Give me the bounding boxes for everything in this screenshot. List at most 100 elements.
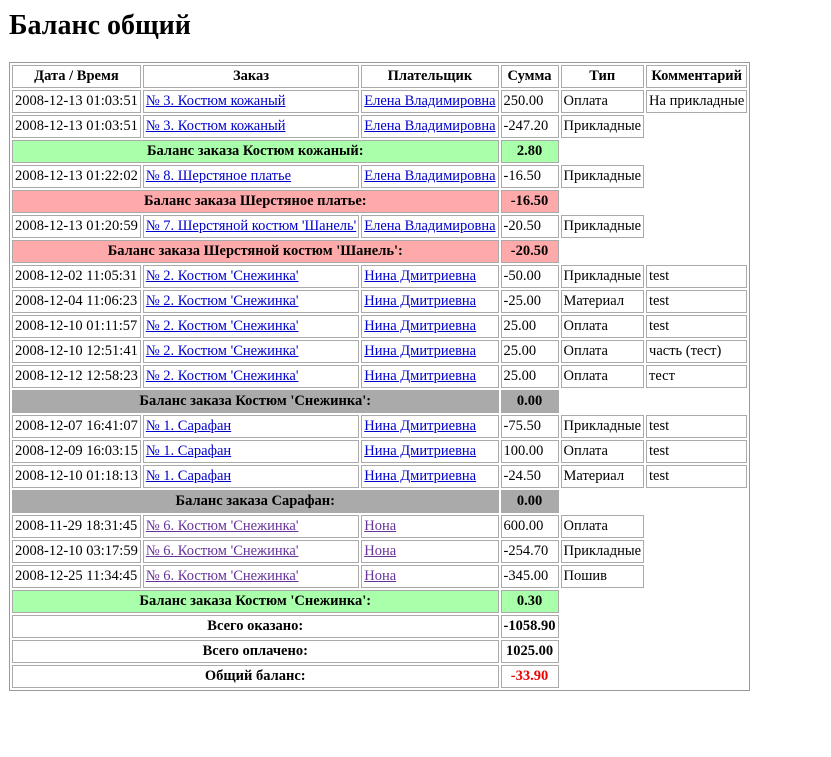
- payer-link[interactable]: Нона: [364, 568, 396, 584]
- order-link[interactable]: № 6. Костюм 'Снежинка': [146, 568, 299, 584]
- table-row: 2008-12-10 01:18:13 № 1. Сарафан Нина Дмит…: [12, 465, 748, 488]
- sum-cell: 25.00: [500, 365, 559, 388]
- order-cell: № 1. Сарафан: [142, 415, 360, 438]
- empty-cell: [646, 165, 747, 188]
- empty-cell: [561, 640, 748, 663]
- type-cell: Оплата: [560, 440, 645, 463]
- order-cell: № 6. Костюм 'Снежинка': [142, 565, 360, 588]
- payer-link[interactable]: Елена Владимировна: [364, 118, 495, 134]
- order-cell: № 8. Шерстяное платье: [142, 165, 360, 188]
- total-row: Всего оказано: -1058.90: [12, 615, 747, 638]
- empty-cell: [561, 490, 748, 513]
- order-link[interactable]: № 2. Костюм 'Снежинка': [146, 293, 299, 309]
- comment-cell: На прикладные: [646, 90, 748, 113]
- type-cell: Материал: [560, 465, 645, 488]
- comment-cell: test: [646, 290, 748, 313]
- table-row: 2008-12-13 01:22:02 № 8. Шерстяное платье…: [12, 165, 747, 188]
- payer-link[interactable]: Нона: [364, 543, 396, 559]
- type-cell: Прикладные: [560, 215, 645, 238]
- order-link[interactable]: № 1. Сарафан: [146, 468, 231, 484]
- table-row: 2008-12-02 11:05:31 № 2. Костюм 'Снежинка…: [12, 265, 748, 288]
- date-cell: 2008-12-13 01:03:51: [12, 90, 141, 113]
- order-link[interactable]: № 1. Сарафан: [146, 418, 231, 434]
- payer-link[interactable]: Нина Дмитриевна: [364, 368, 476, 384]
- order-link[interactable]: № 2. Костюм 'Снежинка': [146, 343, 299, 359]
- empty-cell: [646, 115, 747, 138]
- date-cell: 2008-12-10 12:51:41: [12, 340, 141, 363]
- payer-link[interactable]: Елена Владимировна: [364, 168, 495, 184]
- order-link[interactable]: № 6. Костюм 'Снежинка': [146, 518, 299, 534]
- empty-cell: [646, 215, 747, 238]
- order-cell: № 2. Костюм 'Снежинка': [142, 365, 360, 388]
- order-link[interactable]: № 6. Костюм 'Снежинка': [146, 543, 299, 559]
- balance-sum: -16.50: [500, 190, 559, 213]
- order-link[interactable]: № 3. Костюм кожаный: [146, 93, 286, 109]
- order-link[interactable]: № 2. Костюм 'Снежинка': [146, 318, 299, 334]
- payer-link[interactable]: Нина Дмитриевна: [364, 318, 476, 334]
- payer-link[interactable]: Нина Дмитриевна: [364, 418, 476, 434]
- empty-cell: [561, 240, 748, 263]
- order-link[interactable]: № 2. Костюм 'Снежинка': [146, 368, 299, 384]
- table-row: 2008-12-13 01:03:51 № 3. Костюм кожаный Ел…: [12, 115, 747, 138]
- total-row: Всего оплачено: 1025.00: [12, 640, 747, 663]
- order-cell: № 2. Костюм 'Снежинка': [142, 315, 360, 338]
- type-cell: Материал: [560, 290, 645, 313]
- type-cell: Оплата: [560, 365, 645, 388]
- table-row: 2008-12-12 12:58:23 № 2. Костюм 'Снежинка…: [12, 365, 748, 388]
- type-cell: Оплата: [560, 515, 645, 538]
- table-row: 2008-12-10 03:17:59 № 6. Костюм 'Снежинка…: [12, 540, 747, 563]
- payer-cell: Нона: [361, 515, 499, 538]
- sum-cell: 25.00: [500, 340, 559, 363]
- sum-cell: -50.00: [500, 265, 559, 288]
- payer-cell: Нина Дмитриевна: [361, 465, 499, 488]
- payer-cell: Елена Владимировна: [361, 215, 499, 238]
- payer-link[interactable]: Елена Владимировна: [364, 93, 495, 109]
- table-row: 2008-12-13 01:03:51 № 3. Костюм кожаный Ел…: [12, 90, 748, 113]
- table-row: 2008-12-09 16:03:15 № 1. Сарафан Нина Дмит…: [12, 440, 748, 463]
- balance-sum: 1025.00: [500, 640, 559, 663]
- balance-sum: 2.80: [500, 140, 559, 163]
- balance-sum: -20.50: [500, 240, 559, 263]
- order-cell: № 6. Костюм 'Снежинка': [142, 515, 360, 538]
- payer-cell: Елена Владимировна: [361, 115, 499, 138]
- type-cell: Прикладные: [560, 540, 645, 563]
- payer-link[interactable]: Нина Дмитриевна: [364, 343, 476, 359]
- payer-cell: Нина Дмитриевна: [361, 440, 499, 463]
- date-cell: 2008-12-09 16:03:15: [12, 440, 141, 463]
- payer-cell: Нина Дмитриевна: [361, 365, 499, 388]
- empty-cell: [561, 390, 748, 413]
- order-balance-row: Баланс заказа Костюм 'Снежинка': 0.00: [12, 390, 747, 413]
- table-row: 2008-12-25 11:34:45 № 6. Костюм 'Снежинка…: [12, 565, 747, 588]
- payer-cell: Елена Владимировна: [361, 90, 499, 113]
- payer-link[interactable]: Нина Дмитриевна: [364, 268, 476, 284]
- order-link[interactable]: № 2. Костюм 'Снежинка': [146, 268, 299, 284]
- table-row: 2008-12-10 01:11:57 № 2. Костюм 'Снежинка…: [12, 315, 748, 338]
- sum-cell: 600.00: [500, 515, 559, 538]
- date-cell: 2008-12-13 01:03:51: [12, 115, 141, 138]
- total-row: Общий баланс: -33.90: [12, 665, 747, 688]
- date-cell: 2008-12-13 01:22:02: [12, 165, 141, 188]
- balance-label: Баланс заказа Костюм 'Снежинка':: [12, 390, 499, 413]
- order-link[interactable]: № 1. Сарафан: [146, 443, 231, 459]
- order-link[interactable]: № 8. Шерстяное платье: [146, 168, 291, 184]
- type-cell: Прикладные: [560, 165, 645, 188]
- date-cell: 2008-12-13 01:20:59: [12, 215, 141, 238]
- empty-cell: [646, 565, 747, 588]
- empty-cell: [561, 665, 748, 688]
- sum-cell: -75.50: [500, 415, 559, 438]
- payer-link[interactable]: Елена Владимировна: [364, 218, 495, 234]
- payer-link[interactable]: Нина Дмитриевна: [364, 293, 476, 309]
- balance-label: Баланс заказа Шерстяной костюм 'Шанель':: [12, 240, 499, 263]
- comment-cell: часть (тест): [646, 340, 748, 363]
- payer-link[interactable]: Нона: [364, 518, 396, 534]
- balance-label: Всего оказано:: [12, 615, 499, 638]
- payer-link[interactable]: Нина Дмитриевна: [364, 468, 476, 484]
- order-link[interactable]: № 3. Костюм кожаный: [146, 118, 286, 134]
- header-payer: Плательщик: [361, 65, 499, 88]
- order-link[interactable]: № 7. Шерстяной костюм 'Шанель': [146, 218, 356, 234]
- payer-link[interactable]: Нина Дмитриевна: [364, 443, 476, 459]
- date-cell: 2008-11-29 18:31:45: [12, 515, 141, 538]
- order-cell: № 3. Костюм кожаный: [142, 90, 360, 113]
- date-cell: 2008-12-07 16:41:07: [12, 415, 141, 438]
- header-sum: Сумма: [500, 65, 559, 88]
